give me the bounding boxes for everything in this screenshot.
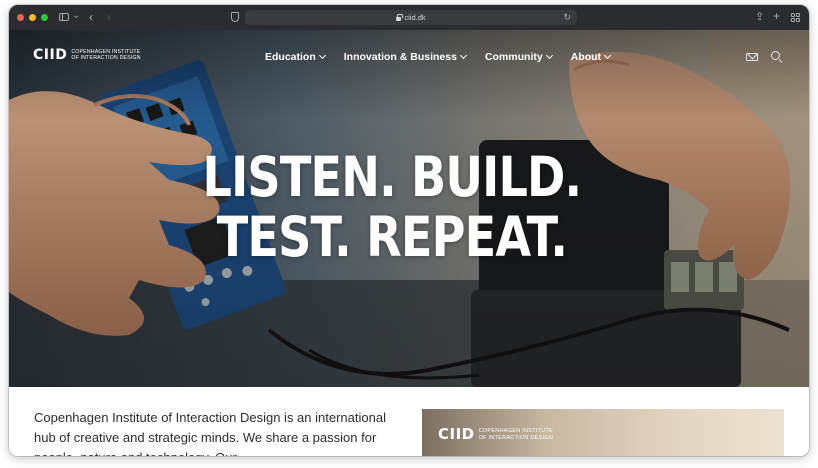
intro-paragraph: Copenhagen Institute of Interaction Desi… [34, 410, 386, 456]
hero-headline-line-2: TEST. REPEAT. [216, 205, 568, 269]
logo-line-2: OF INTERACTION DESIGN [71, 55, 141, 61]
search-icon[interactable] [771, 51, 780, 60]
privacy-shield-icon[interactable] [231, 12, 239, 22]
back-arrow-icon[interactable]: ‹ [89, 10, 93, 24]
promo-ciid-logo: CIID COPENHAGEN INSTITUTE OF INTERACTION… [438, 427, 553, 442]
address-bar[interactable]: ciid.dk ↻ [245, 10, 577, 25]
promo-logo-mark: CIID [438, 425, 475, 443]
chevron-down-icon[interactable]: ⌄ [72, 11, 80, 21]
reload-icon[interactable]: ↻ [563, 12, 571, 23]
address-url: ciid.dk [404, 13, 426, 22]
chevron-down-icon [459, 51, 467, 59]
promo-logo-line-1: COPENHAGEN INSTITUTE [478, 428, 553, 434]
nav-community[interactable]: Community [484, 51, 553, 63]
minimize-window-button[interactable] [29, 14, 36, 21]
nav-innovation-business[interactable]: Innovation & Business [343, 51, 467, 63]
promo-image[interactable]: CIID COPENHAGEN INSTITUTE OF INTERACTION… [422, 409, 784, 456]
nav-about[interactable]: About [570, 51, 612, 63]
nav-about-label: About [570, 51, 602, 63]
intro-section: Copenhagen Institute of Interaction Desi… [9, 387, 809, 456]
ciid-logo[interactable]: CIID COPENHAGEN INSTITUTE OF INTERACTION… [33, 48, 141, 62]
mail-icon[interactable] [746, 53, 758, 61]
hero-section: CIID COPENHAGEN INSTITUTE OF INTERACTION… [9, 30, 809, 387]
window-controls [17, 14, 48, 21]
logo-wordmark: COPENHAGEN INSTITUTE OF INTERACTION DESI… [71, 49, 140, 61]
chevron-down-icon [603, 51, 612, 59]
nav-community-label: Community [484, 51, 543, 63]
share-icon[interactable]: ⇪ [755, 10, 764, 23]
close-window-button[interactable] [17, 14, 24, 21]
tab-overview-icon[interactable] [791, 13, 800, 22]
zoom-window-button[interactable] [41, 14, 48, 21]
promo-logo-line-2: OF INTERACTION DESIGN [478, 434, 554, 441]
forward-arrow-icon[interactable]: › [107, 10, 111, 24]
promo-logo-wordmark: COPENHAGEN INSTITUTE OF INTERACTION DESI… [479, 428, 553, 441]
main-navigation: Education Innovation & Business Communit… [265, 51, 629, 63]
lock-icon [396, 13, 403, 21]
chevron-down-icon [318, 51, 326, 59]
sidebar-icon[interactable] [59, 13, 69, 21]
browser-toolbar: ⌄ ‹ › ciid.dk ↻ ⇪ + [9, 5, 809, 30]
nav-education[interactable]: Education [265, 51, 326, 63]
chevron-down-icon [545, 51, 553, 59]
logo-mark: CIID [33, 47, 68, 63]
hero-headline-line-1: LISTEN. BUILD. [202, 145, 582, 209]
browser-window: ⌄ ‹ › ciid.dk ↻ ⇪ + CIID COPENHAGEN INST… [9, 5, 809, 456]
nav-innovation-business-label: Innovation & Business [343, 51, 457, 63]
site-header: CIID COPENHAGEN INSTITUTE OF INTERACTION… [9, 30, 809, 85]
hero-headline: LISTEN. BUILD. TEST. REPEAT. [56, 147, 728, 267]
new-tab-icon[interactable]: + [773, 9, 780, 23]
nav-education-label: Education [265, 51, 316, 63]
